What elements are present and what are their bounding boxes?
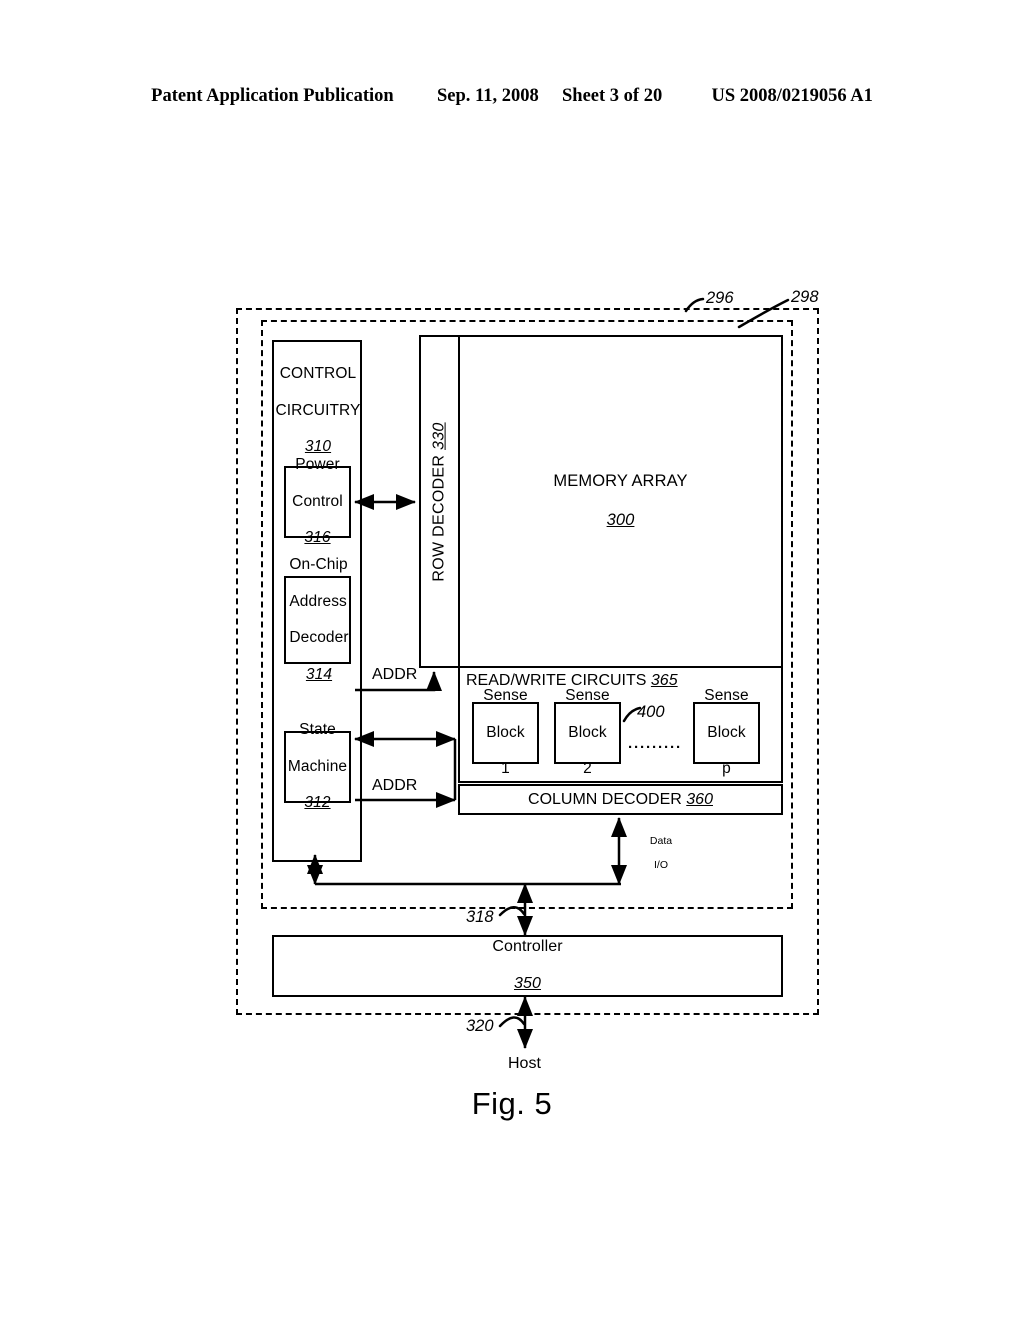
sense-block-p-index: p	[722, 760, 731, 778]
host-label: Host	[508, 1055, 541, 1072]
state-machine-line1: State	[299, 721, 336, 739]
callout-296: 296	[706, 289, 734, 307]
data-io-line2: I/O	[653, 859, 668, 872]
state-machine-line2: Machine	[287, 757, 348, 775]
column-decoder-text: COLUMN DECODER	[528, 790, 682, 808]
patent-figure-5: 296 298 CONTROL CIRCUITRY 310 Power Cont…	[0, 0, 1024, 1320]
data-io-line1: Data	[649, 835, 673, 848]
controller-ref: 350	[513, 975, 541, 993]
callout-320: 320	[466, 1017, 494, 1035]
sense-block-p: Sense Block p	[693, 687, 760, 777]
sense-block-p-line2: Block	[707, 723, 746, 741]
controller-label: Controller 350	[492, 919, 562, 1013]
sense-block-1-index: 1	[501, 760, 510, 778]
state-machine-block: State Machine 312	[284, 721, 351, 811]
leader-line-320	[498, 1016, 526, 1028]
state-machine-label: State Machine 312	[288, 703, 347, 831]
sense-block-p-label: Sense Block p	[704, 669, 748, 797]
row-decoder-label: ROW DECODER 330	[431, 422, 449, 581]
state-machine-ref: 312	[304, 794, 331, 812]
sense-block-2-line1: Sense	[565, 687, 610, 705]
column-decoder-ref: 360	[686, 790, 713, 808]
controller-block: Controller 350	[272, 935, 783, 997]
sense-block-2-index: 2	[583, 760, 592, 778]
callout-298: 298	[791, 288, 819, 306]
memory-array-text: MEMORY ARRAY	[553, 472, 688, 491]
sense-block-1-line2: Block	[486, 723, 525, 741]
memory-array-block: MEMORY ARRAY 300	[458, 335, 783, 668]
sense-block-p-line1: Sense	[704, 687, 749, 705]
sense-block-1: Sense Block 1	[472, 687, 539, 777]
sense-block-1-line1: Sense	[483, 687, 528, 705]
control-circuitry-title-line2: CIRCUITRY	[275, 401, 361, 419]
address-decoder-line1: On-Chip	[289, 556, 348, 574]
figure-caption: Fig. 5	[471, 1086, 553, 1121]
memory-array-ref: 300	[606, 511, 635, 530]
memory-array-label: MEMORY ARRAY 300	[553, 453, 687, 550]
power-control-line1: Power	[295, 456, 340, 474]
sense-blocks-ellipsis: ·········	[628, 739, 682, 756]
address-decoder-line2: Address	[289, 592, 347, 610]
column-decoder-label: COLUMN DECODER 360	[528, 791, 713, 809]
address-decoder-ref: 314	[305, 665, 333, 683]
sense-block-2: Sense Block 2	[554, 687, 621, 777]
sense-block-1-label: Sense Block 1	[483, 669, 527, 797]
data-io-label: Data I/O	[636, 823, 686, 883]
address-decoder-block: On-Chip Address Decoder 314	[284, 556, 351, 683]
column-decoder-block: COLUMN DECODER 360	[458, 784, 783, 815]
address-decoder-line3: Decoder	[289, 629, 349, 647]
addr-label-lower: ADDR	[372, 777, 418, 794]
addr-label-upper: ADDR	[372, 666, 418, 683]
power-control-line2: Control	[292, 492, 343, 510]
address-decoder-label: On-Chip Address Decoder 314	[286, 538, 348, 703]
callout-400: 400	[637, 703, 665, 721]
row-decoder-text: ROW DECODER	[430, 454, 448, 582]
controller-text: Controller	[492, 937, 563, 955]
control-circuitry-title-line1: CONTROL	[279, 365, 357, 383]
callout-318: 318	[466, 908, 494, 926]
power-control-block: Power Control 316	[284, 456, 351, 546]
read-write-circuits-ref: 365	[650, 672, 678, 689]
row-decoder-ref: 330	[430, 421, 448, 450]
sense-block-2-line2: Block	[568, 723, 607, 741]
row-decoder-block: ROW DECODER 330	[419, 335, 460, 668]
sense-block-2-label: Sense Block 2	[565, 669, 609, 797]
